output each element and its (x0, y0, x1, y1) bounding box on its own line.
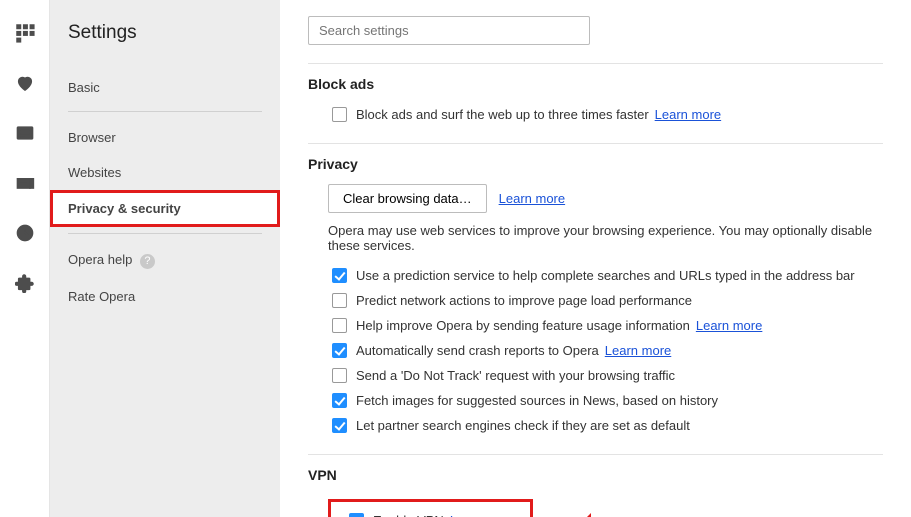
main-content: Block ads Block ads and surf the web up … (280, 0, 911, 517)
checkbox-crash-reports[interactable] (332, 343, 347, 358)
divider (308, 143, 883, 144)
left-rail (0, 0, 50, 517)
learn-more-link[interactable]: Learn more (655, 105, 721, 124)
divider (308, 63, 883, 64)
learn-more-link[interactable]: Learn more (605, 341, 671, 360)
checkbox-do-not-track[interactable] (332, 368, 347, 383)
checkbox-block-ads[interactable] (332, 107, 347, 122)
section-title-privacy: Privacy (308, 156, 883, 172)
learn-more-link[interactable]: Learn more (450, 513, 516, 517)
checkbox-label: Send a 'Do Not Track' request with your … (356, 366, 675, 385)
checkbox-prediction-service[interactable] (332, 268, 347, 283)
sidebar-item-help[interactable]: Opera help ? (50, 242, 280, 279)
sidebar-item-browser[interactable]: Browser (50, 120, 280, 155)
sidebar-item-websites[interactable]: Websites (50, 155, 280, 190)
checkbox-partner-search[interactable] (332, 418, 347, 433)
checkbox-label: Help improve Opera by sending feature us… (356, 316, 690, 335)
checkbox-label: Enable VPN (373, 513, 444, 517)
sidebar-item-label: Opera help (68, 252, 132, 267)
page-title: Settings (50, 18, 280, 70)
checkbox-predict-network[interactable] (332, 293, 347, 308)
section-title-vpn: VPN (308, 467, 883, 483)
divider (308, 454, 883, 455)
history-icon[interactable] (14, 222, 36, 244)
news-icon[interactable] (14, 122, 36, 144)
checkbox-label: Let partner search engines check if they… (356, 416, 690, 435)
checkbox-label: Block ads and surf the web up to three t… (356, 105, 649, 124)
checkbox-label: Use a prediction service to help complet… (356, 266, 855, 285)
divider (68, 111, 262, 112)
heart-icon[interactable] (14, 72, 36, 94)
settings-sidebar: Settings Basic Browser Websites Privacy … (50, 0, 280, 517)
sidebar-item-basic[interactable]: Basic (50, 70, 280, 105)
vpn-highlight-box: Enable VPN Learn more (328, 499, 533, 517)
privacy-note: Opera may use web services to improve yo… (328, 223, 883, 253)
extensions-icon[interactable] (14, 272, 36, 294)
learn-more-link[interactable]: Learn more (696, 316, 762, 335)
section-title-block-ads: Block ads (308, 76, 883, 92)
speed-dial-icon[interactable] (14, 22, 36, 44)
checkbox-enable-vpn[interactable] (349, 513, 364, 517)
sidebar-item-privacy[interactable]: Privacy & security (50, 190, 280, 227)
checkbox-news-images[interactable] (332, 393, 347, 408)
divider (68, 233, 262, 234)
sidebar-item-rate[interactable]: Rate Opera (50, 279, 280, 314)
learn-more-link[interactable]: Learn more (499, 189, 565, 208)
checkbox-label: Automatically send crash reports to Oper… (356, 341, 599, 360)
help-icon: ? (140, 254, 155, 269)
checkbox-label: Fetch images for suggested sources in Ne… (356, 391, 718, 410)
clear-browsing-data-button[interactable]: Clear browsing data… (328, 184, 487, 213)
search-input[interactable] (308, 16, 590, 45)
personal-news-icon[interactable] (14, 172, 36, 194)
checkbox-label: Predict network actions to improve page … (356, 291, 692, 310)
checkbox-feature-usage[interactable] (332, 318, 347, 333)
